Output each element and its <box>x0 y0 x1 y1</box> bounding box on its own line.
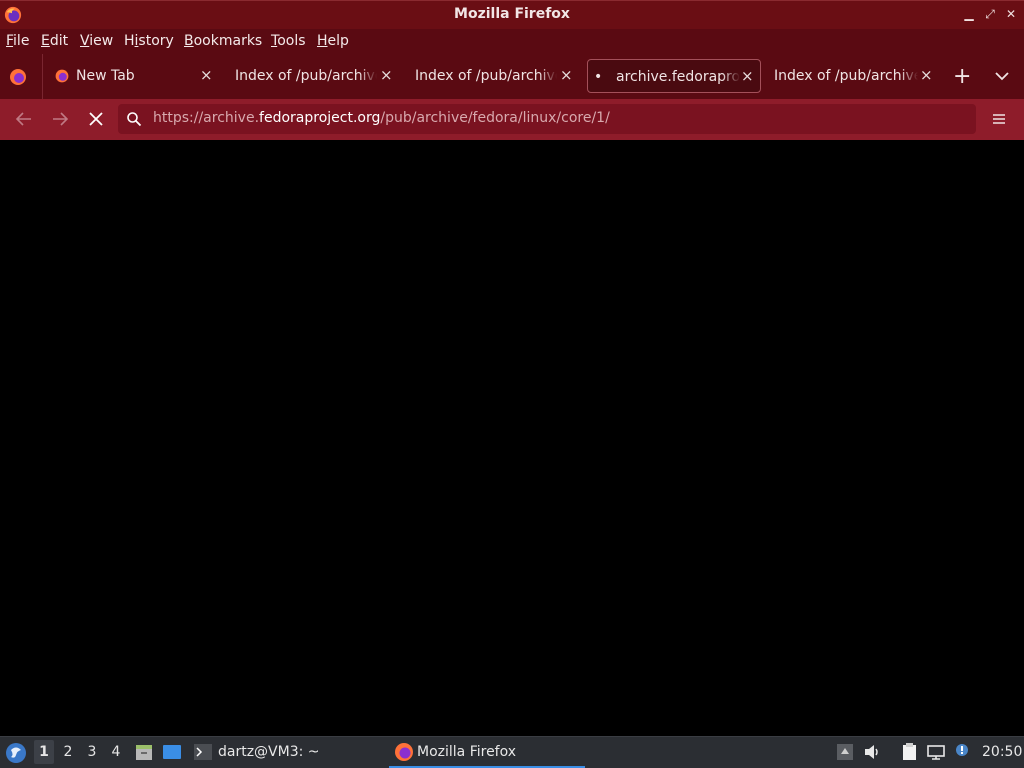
network-icon[interactable] <box>926 742 946 762</box>
tab-index-1[interactable]: Index of /pub/archive/ × <box>226 59 398 93</box>
menu-bookmarks[interactable]: Bookmarks <box>184 33 262 49</box>
clock: 20:50 <box>982 744 1023 760</box>
tab-separator <box>42 54 43 99</box>
page-content[interactable] <box>0 140 1024 736</box>
tab-index-3[interactable]: Index of /pub/archive/ × <box>766 59 938 93</box>
tab-loading-indicator: • <box>594 69 603 85</box>
stop-loading-icon[interactable] <box>85 109 107 129</box>
url-path: /pub/archive/fedora/linux/core/1/ <box>380 110 610 126</box>
taskbar-task-firefox[interactable]: Mozilla Firefox <box>389 737 585 768</box>
firefox-view-icon[interactable] <box>8 67 28 87</box>
task-label: Mozilla Firefox <box>417 744 517 760</box>
workspace-1[interactable]: 1 <box>34 740 54 764</box>
menu-help[interactable]: Help <box>317 33 349 49</box>
workspace-4[interactable]: 4 <box>106 740 126 764</box>
tab-label: Index of /pub/archive/ <box>235 68 377 84</box>
menubar: File Edit View History Bookmarks Tools H… <box>0 29 1024 54</box>
menu-view[interactable]: View <box>80 33 113 49</box>
close-window-button[interactable]: ✕ <box>1002 5 1020 23</box>
menu-history[interactable]: History <box>124 33 174 49</box>
search-icon <box>127 112 142 127</box>
tab-label: Index of /pub/archive/ <box>774 68 918 84</box>
tab-label-fade <box>900 65 918 87</box>
address-bar[interactable]: https://archive.fedoraproject.org/pub/ar… <box>118 104 976 134</box>
workspace-3[interactable]: 3 <box>82 740 102 764</box>
tab-close-button[interactable]: × <box>380 66 393 84</box>
terminal-icon <box>194 744 212 760</box>
maximize-button[interactable]: ⤢ <box>981 5 999 23</box>
tab-label-fade <box>359 65 377 87</box>
tab-strip: New Tab × Index of /pub/archive/ × Index… <box>0 54 1024 99</box>
clipboard-icon[interactable] <box>899 742 919 762</box>
tab-close-button[interactable]: × <box>200 66 213 84</box>
menu-file[interactable]: File <box>6 33 29 49</box>
url-prefix: https://archive. <box>153 110 260 126</box>
minimize-button[interactable]: ▁ <box>960 5 978 23</box>
chevron-down-icon[interactable] <box>994 68 1010 84</box>
tray-arrow-icon[interactable] <box>835 742 855 762</box>
firefox-icon <box>55 69 69 83</box>
workspace-2[interactable]: 2 <box>58 740 78 764</box>
back-arrow-icon[interactable] <box>13 109 35 129</box>
window-title: Mozilla Firefox <box>454 6 570 22</box>
file-manager-icon[interactable] <box>134 742 154 762</box>
menu-edit[interactable]: Edit <box>41 33 68 49</box>
desktop-icon[interactable] <box>162 742 182 762</box>
new-tab-button[interactable]: + <box>953 64 971 89</box>
tab-label-fade <box>722 66 740 88</box>
window-titlebar: Mozilla Firefox ▁ ⤢ ✕ <box>0 0 1024 29</box>
app-launcher-icon[interactable] <box>5 742 27 764</box>
menu-tools[interactable]: Tools <box>271 33 306 49</box>
tab-label-fade <box>539 65 557 87</box>
tab-close-button[interactable]: × <box>741 67 754 85</box>
tab-close-button[interactable]: × <box>920 66 933 84</box>
tab-new-tab[interactable]: New Tab × <box>48 59 220 93</box>
url-text[interactable]: https://archive.fedoraproject.org/pub/ar… <box>153 110 610 126</box>
notification-icon[interactable] <box>952 742 972 762</box>
tab-archive-fedoraproject[interactable]: • archive.fedoraproject.org × <box>587 59 761 93</box>
tab-label: Index of /pub/archive/ <box>415 68 557 84</box>
tab-index-2[interactable]: Index of /pub/archive/ × <box>406 59 578 93</box>
forward-arrow-icon[interactable] <box>49 109 71 129</box>
tab-close-button[interactable]: × <box>560 66 573 84</box>
volume-icon[interactable] <box>862 742 882 762</box>
task-label: dartz@VM3: ~ <box>218 744 320 760</box>
tab-label: New Tab <box>76 68 135 84</box>
url-domain: fedoraproject.org <box>259 110 381 126</box>
taskbar: 1 2 3 4 dartz@VM3: ~ Mozilla Firefox 20:… <box>0 736 1024 768</box>
hamburger-menu-icon[interactable] <box>990 110 1008 128</box>
firefox-icon <box>395 743 413 761</box>
taskbar-task-terminal[interactable]: dartz@VM3: ~ <box>192 737 372 768</box>
